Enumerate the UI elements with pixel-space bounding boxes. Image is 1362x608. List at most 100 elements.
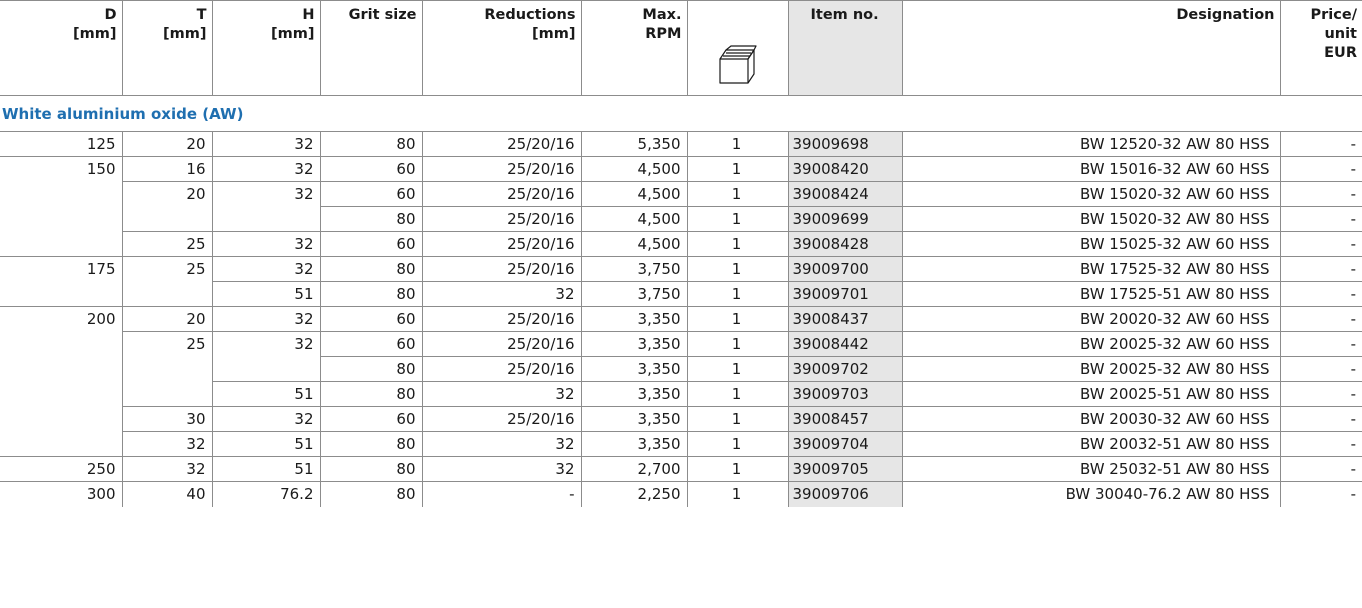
cell-bore: 32 (211, 156, 320, 182)
cell-bore: 32 (211, 306, 320, 332)
cell-price: - (1279, 356, 1362, 382)
cell-grit-size: 80 (319, 206, 422, 232)
cell-bore: 32 (211, 331, 320, 357)
header-price: Price/ unit EUR (1279, 0, 1362, 96)
section-title: White aluminium oxide (AW) (0, 95, 1362, 132)
cell-packaging: 1 (686, 481, 788, 507)
cell-reductions: 25/20/16 (421, 156, 581, 182)
cell-item-no: 39009700 (787, 256, 902, 282)
cell-designation: BW 20030-32 AW 60 HSS (901, 406, 1280, 432)
cell-price: - (1279, 281, 1362, 307)
cell-diameter (0, 332, 122, 357)
cell-max-rpm: 4,500 (580, 156, 687, 182)
cell-diameter (0, 407, 122, 432)
cell-packaging: 1 (686, 356, 788, 382)
cell-item-no: 39008437 (787, 306, 902, 332)
cell-price: - (1279, 156, 1362, 182)
table-row: 20 32 60 25/20/16 4,500 1 39008424 BW 15020-32 … (0, 181, 1362, 207)
cell-bore: 51 (211, 431, 320, 457)
cell-bore: 51 (211, 456, 320, 482)
cell-designation: BW 30040-76.2 AW 80 HSS (901, 481, 1280, 507)
cell-item-no: 39009699 (787, 206, 902, 232)
cell-reductions: 25/20/16 (421, 331, 581, 357)
cell-designation: BW 12520-32 AW 80 HSS (901, 131, 1280, 157)
cell-diameter (0, 282, 122, 307)
cell-diameter: 125 (0, 131, 122, 157)
table-row: 25 32 60 25/20/16 4,500 1 39008428 BW 15025-32 … (0, 231, 1362, 257)
cell-diameter (0, 382, 122, 407)
cell-thickness: 32 (121, 456, 212, 482)
cell-thickness: 20 (121, 181, 212, 207)
cell-grit-size: 60 (319, 156, 422, 182)
cell-bore (211, 206, 320, 232)
product-table: D [mm] T [mm] H [mm] Grit size Reduction… (0, 0, 1362, 507)
cell-bore: 32 (211, 406, 320, 432)
cell-designation: BW 25032-51 AW 80 HSS (901, 456, 1280, 482)
cell-packaging: 1 (686, 256, 788, 282)
cell-max-rpm: 4,500 (580, 181, 687, 207)
cell-max-rpm: 2,700 (580, 456, 687, 482)
cell-price: - (1279, 406, 1362, 432)
cell-packaging: 1 (686, 281, 788, 307)
cell-item-no: 39008420 (787, 156, 902, 182)
section-header: White aluminium oxide (AW) (0, 95, 1362, 132)
table-row: 200 20 32 60 25/20/16 3,350 1 39008437 BW 20020-… (0, 306, 1362, 332)
cell-thickness (121, 381, 212, 407)
table-row: 30 32 60 25/20/16 3,350 1 39008457 BW 20030-32 … (0, 406, 1362, 432)
product-table-page: D [mm] T [mm] H [mm] Grit size Reduction… (0, 0, 1362, 608)
cell-grit-size: 80 (319, 356, 422, 382)
cell-price: - (1279, 131, 1362, 157)
cell-reductions: 32 (421, 381, 581, 407)
cell-item-no: 39009706 (787, 481, 902, 507)
cell-reductions: 32 (421, 456, 581, 482)
cell-item-no: 39008457 (787, 406, 902, 432)
cell-designation: BW 15020-32 AW 60 HSS (901, 181, 1280, 207)
cell-bore: 32 (211, 131, 320, 157)
cell-grit-size: 60 (319, 406, 422, 432)
cell-thickness: 40 (121, 481, 212, 507)
cell-reductions: 25/20/16 (421, 206, 581, 232)
cell-max-rpm: 3,350 (580, 356, 687, 382)
cell-reductions: 25/20/16 (421, 181, 581, 207)
cell-max-rpm: 3,350 (580, 331, 687, 357)
cell-bore (211, 356, 320, 382)
cell-price: - (1279, 331, 1362, 357)
cell-item-no: 39008424 (787, 181, 902, 207)
cell-price: - (1279, 181, 1362, 207)
cell-item-no: 39009703 (787, 381, 902, 407)
cell-grit-size: 80 (319, 256, 422, 282)
cell-designation: BW 20025-32 AW 80 HSS (901, 356, 1280, 382)
cell-designation: BW 20032-51 AW 80 HSS (901, 431, 1280, 457)
cell-reductions: 25/20/16 (421, 356, 581, 382)
table-row: 51 80 32 3,350 1 39009703 BW 20025-51 AW 80 HS… (0, 381, 1362, 407)
cell-reductions: 32 (421, 281, 581, 307)
header-packaging (686, 0, 788, 96)
cell-item-no: 39009701 (787, 281, 902, 307)
cell-designation: BW 20025-32 AW 60 HSS (901, 331, 1280, 357)
cell-grit-size: 80 (319, 481, 422, 507)
cell-thickness: 25 (121, 231, 212, 257)
table-row: 80 25/20/16 4,500 1 39009699 BW 15020-32 AW 8… (0, 206, 1362, 232)
cell-packaging: 1 (686, 206, 788, 232)
cell-max-rpm: 3,350 (580, 406, 687, 432)
cell-packaging: 1 (686, 156, 788, 182)
cell-thickness: 16 (121, 156, 212, 182)
cell-grit-size: 60 (319, 306, 422, 332)
cell-thickness: 25 (121, 256, 212, 282)
cell-price: - (1279, 206, 1362, 232)
cell-item-no: 39008442 (787, 331, 902, 357)
cell-grit-size: 80 (319, 381, 422, 407)
table-row: 250 32 51 80 32 2,700 1 39009705 BW 25032-51 AW … (0, 456, 1362, 482)
table-row: 51 80 32 3,750 1 39009701 BW 17525-51 AW 80 HS… (0, 281, 1362, 307)
cell-thickness: 25 (121, 331, 212, 357)
cell-bore: 32 (211, 256, 320, 282)
cell-designation: BW 15025-32 AW 60 HSS (901, 231, 1280, 257)
cell-item-no: 39009704 (787, 431, 902, 457)
cell-reductions: 32 (421, 431, 581, 457)
cell-reductions: 25/20/16 (421, 306, 581, 332)
header-designation: Designation (901, 0, 1280, 96)
cell-grit-size: 60 (319, 181, 422, 207)
header-bore: H [mm] (211, 0, 320, 96)
cell-item-no: 39009702 (787, 356, 902, 382)
cell-diameter: 200 (0, 306, 122, 332)
